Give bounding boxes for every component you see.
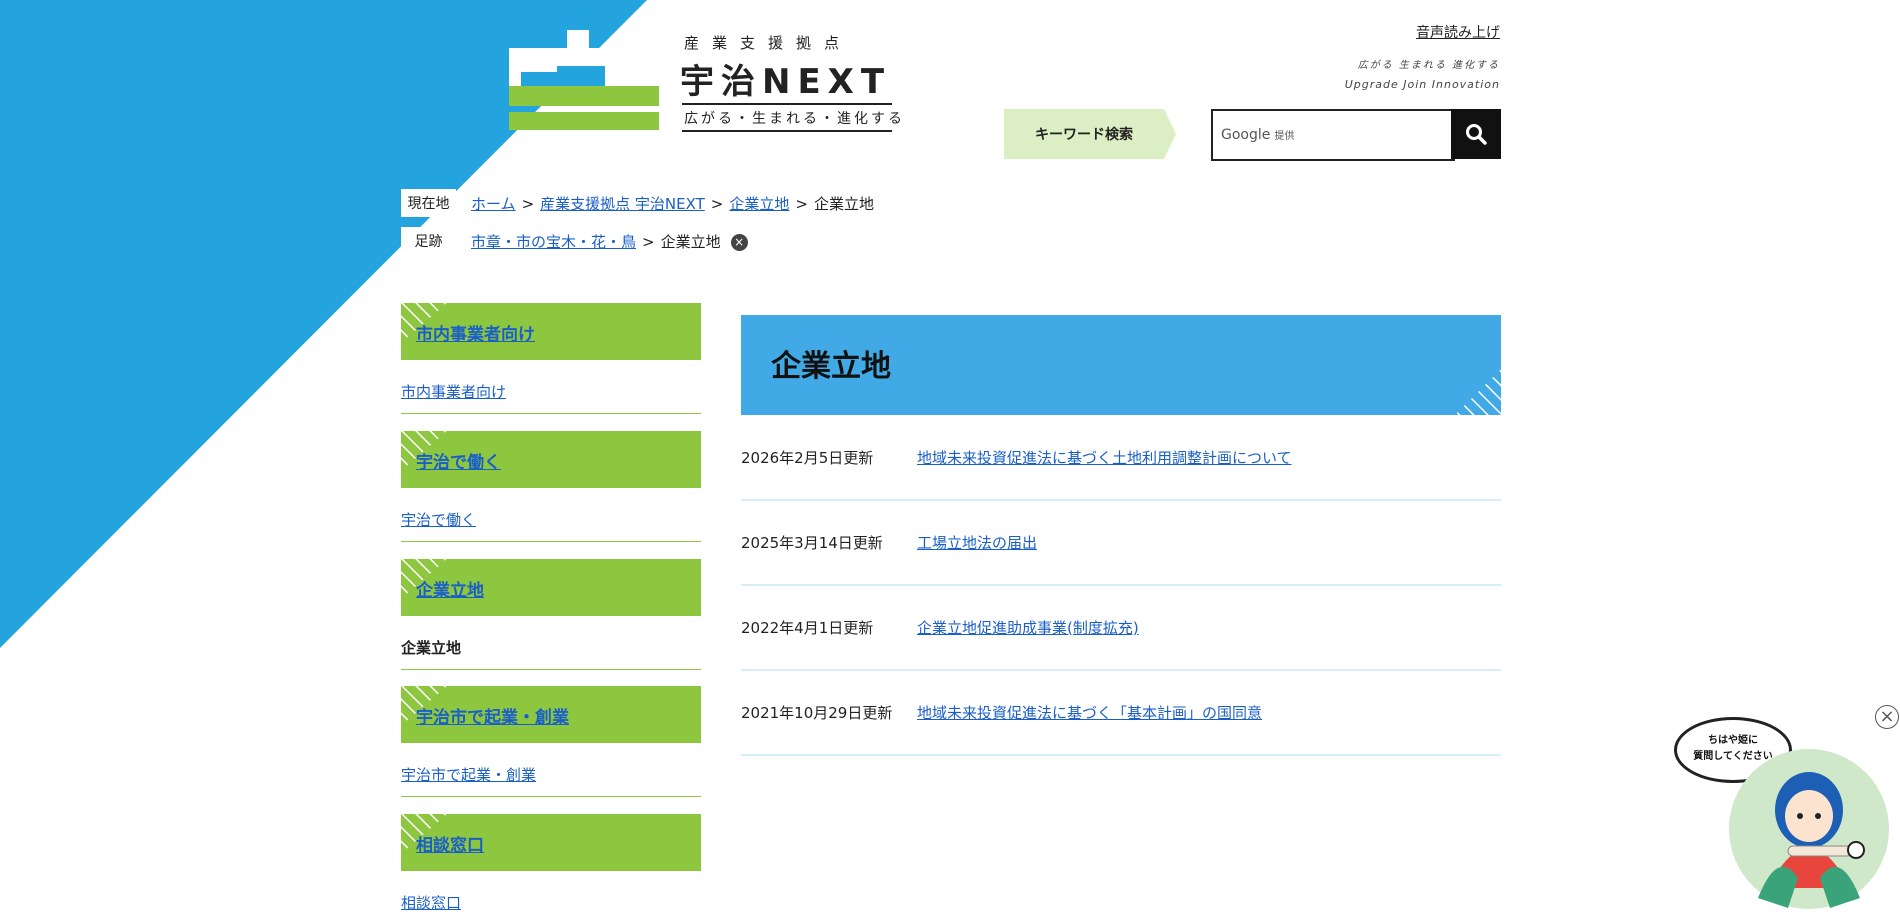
sidebar-heading-link[interactable]: 宇治市で起業・創業 xyxy=(416,703,569,728)
breadcrumb-link-uji-next[interactable]: 産業支援拠点 宇治NEXT xyxy=(540,195,705,213)
news-row: 2025年3月14日更新 工場立地法の届出 xyxy=(741,500,1501,586)
breadcrumb-history-label: 足跡 xyxy=(401,227,456,255)
news-link[interactable]: 地域未来投資促進法に基づく「基本計画」の国同意 xyxy=(917,702,1262,723)
sidebar-item-hataraku[interactable]: 宇治で働く xyxy=(401,509,476,530)
search-placeholder: Google 提供 xyxy=(1221,127,1295,143)
keyword-search-arrow xyxy=(1164,109,1176,159)
history-link[interactable]: 市章・市の宝木・花・鳥 xyxy=(471,233,636,251)
news-row: 2026年2月5日更新 地域未来投資促進法に基づく土地利用調整計画について xyxy=(741,415,1501,501)
sidebar-divider xyxy=(401,796,701,797)
news-row: 2022年4月1日更新 企業立地促進助成事業(制度拡充) xyxy=(741,585,1501,671)
news-row: 2021年10月29日更新 地域未来投資促進法に基づく「基本計画」の国同意 xyxy=(741,670,1501,756)
logo-divider-bottom xyxy=(682,130,892,132)
mascot-avatar[interactable] xyxy=(1728,748,1890,910)
handwritten-tagline-jp: 広がる 生まれる 進化する xyxy=(1357,60,1500,71)
sidebar-heading-hataraku[interactable]: 宇治で働く xyxy=(401,431,701,488)
chat-close-button[interactable]: × xyxy=(1875,705,1899,729)
voice-read-link[interactable]: 音声読み上げ xyxy=(1416,22,1500,42)
logo-subtitle: 産業支援拠点 xyxy=(684,34,853,52)
news-date: 2025年3月14日更新 xyxy=(741,534,883,552)
news-link[interactable]: 工場立地法の届出 xyxy=(917,532,1037,553)
breadcrumb-current-page: 企業立地 xyxy=(813,195,874,213)
page-title: 企業立地 xyxy=(771,349,891,384)
search-button[interactable] xyxy=(1451,109,1501,159)
news-link[interactable]: 企業立地促進助成事業(制度拡充) xyxy=(917,617,1139,638)
search-icon xyxy=(1466,124,1487,145)
news-link[interactable]: 地域未来投資促進法に基づく土地利用調整計画について xyxy=(917,447,1292,468)
sidebar-heading-link[interactable]: 宇治で働く xyxy=(416,448,501,473)
sidebar-divider xyxy=(401,669,701,670)
news-date: 2021年10月29日更新 xyxy=(741,704,893,722)
sidebar-heading-kigyo[interactable]: 企業立地 xyxy=(401,559,701,616)
breadcrumb-link-home[interactable]: ホーム xyxy=(471,195,516,213)
logo-divider xyxy=(682,103,892,105)
history-current-page: 企業立地 xyxy=(660,233,721,251)
chat-bubble-line1: ちはや姫に xyxy=(1708,735,1758,746)
sidebar-heading-kigyo-sogyo[interactable]: 宇治市で起業・創業 xyxy=(401,686,701,743)
keyword-search-label: キーワード検索 xyxy=(1004,109,1164,159)
breadcrumb: ホーム > 産業支援拠点 宇治NEXT > 企業立地 > 企業立地 xyxy=(471,195,874,213)
history-breadcrumb: 市章・市の宝木・花・鳥 > 企業立地 × xyxy=(471,231,748,252)
sidebar-divider xyxy=(401,541,701,542)
sidebar-item-shinai[interactable]: 市内事業者向け xyxy=(401,381,506,402)
sidebar-heading-link[interactable]: 市内事業者向け xyxy=(416,320,535,345)
stripes-decoration xyxy=(1455,369,1501,415)
sidebar-heading-shinai[interactable]: 市内事業者向け xyxy=(401,303,701,360)
sidebar-heading-link[interactable]: 企業立地 xyxy=(416,576,484,601)
search-input[interactable]: Google 提供 xyxy=(1211,109,1455,161)
sidebar-item-sodan[interactable]: 相談窓口 xyxy=(401,892,461,913)
handwritten-tagline-en: Upgrade Join Innovation xyxy=(1344,78,1500,91)
logo-title[interactable]: 宇治NEXT xyxy=(680,54,891,103)
close-icon[interactable]: × xyxy=(730,234,748,251)
sidebar-heading-sodan[interactable]: 相談窓口 xyxy=(401,814,701,871)
news-date: 2022年4月1日更新 xyxy=(741,619,874,637)
breadcrumb-current-label: 現在地 xyxy=(401,189,456,217)
news-date: 2026年2月5日更新 xyxy=(741,449,874,467)
logo-tagline: 広がる・生まれる・進化する xyxy=(684,111,905,127)
sidebar-item-kigyo-sogyo[interactable]: 宇治市で起業・創業 xyxy=(401,764,536,785)
sidebar-item-kigyo-current: 企業立地 xyxy=(401,639,462,657)
breadcrumb-link-kigyo[interactable]: 企業立地 xyxy=(729,195,789,213)
sidebar-heading-link[interactable]: 相談窓口 xyxy=(416,831,484,856)
page-title-banner: 企業立地 xyxy=(741,315,1501,415)
sidebar-divider xyxy=(401,413,701,414)
